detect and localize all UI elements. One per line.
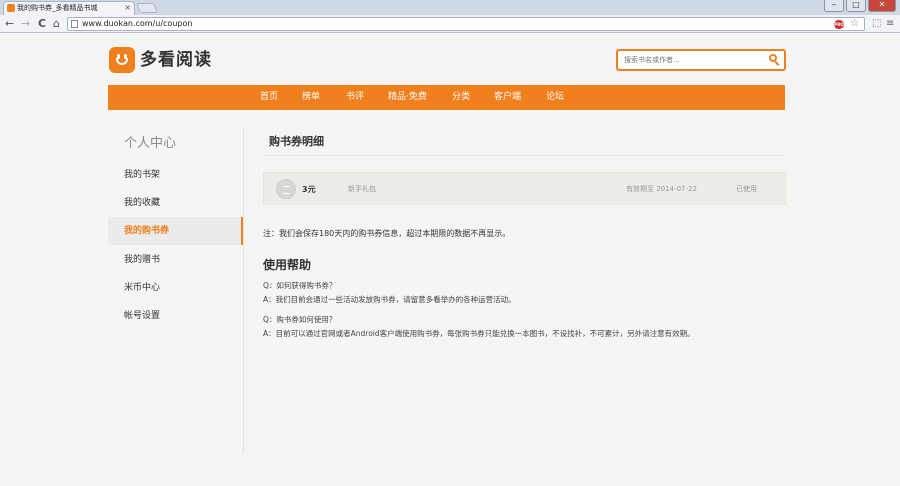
search-box xyxy=(616,49,786,71)
help-answer: A：我们目前会通过一些活动发放购书券，请留意多看举办的各种运营活动。 xyxy=(263,295,516,304)
coupon-validity: 有效期至 2014-07-22 xyxy=(626,185,697,193)
browser-toolbar: ← → C ⌂ www.duokan.com/u/coupon PRO ☆ ⬚ … xyxy=(0,15,900,33)
forward-icon[interactable]: → xyxy=(21,16,30,31)
window-controls: ‒ □ ✕ xyxy=(824,0,896,12)
bookmark-star-icon[interactable]: ☆ xyxy=(850,18,859,30)
logo-text[interactable]: 多看阅读 xyxy=(140,48,212,72)
maximize-button[interactable]: □ xyxy=(846,0,866,12)
back-icon[interactable]: ← xyxy=(5,16,14,31)
coupon-name: 新手礼包 xyxy=(348,185,376,193)
sidebar-item-coupons[interactable]: 我的购书券 xyxy=(108,217,243,245)
nav-item-free[interactable]: 精品·免费 xyxy=(388,85,427,110)
page-icon xyxy=(71,20,78,28)
page-title: 购书券明细 xyxy=(269,135,324,148)
sidebar-item-bookshelf[interactable]: 我的书架 xyxy=(108,161,243,189)
coupon-amount: 3元 xyxy=(302,185,316,194)
main-nav: 首页 榜单 书评 精品·免费 分类 客户端 论坛 xyxy=(108,85,785,110)
reload-icon[interactable]: C xyxy=(38,16,46,31)
sidebar-divider xyxy=(243,128,244,453)
sidebar-item-mi-coins[interactable]: 米币中心 xyxy=(108,274,243,302)
tab-title: 我的购书券_多看精品书城 xyxy=(17,4,98,12)
home-icon[interactable]: ⌂ xyxy=(53,16,60,31)
search-input[interactable] xyxy=(624,53,764,67)
sidebar-title: 个人中心 xyxy=(124,136,177,151)
nav-item-forum[interactable]: 论坛 xyxy=(546,85,564,110)
sidebar-item-favorites[interactable]: 我的收藏 xyxy=(108,189,243,217)
nav-item-categories[interactable]: 分类 xyxy=(452,85,470,110)
sidebar-item-account[interactable]: 帐号设置 xyxy=(108,302,243,330)
coupon-row: 3元 新手礼包 有效期至 2014-07-22 已使用 xyxy=(263,172,786,205)
address-bar[interactable]: www.duokan.com/u/coupon PRO ☆ xyxy=(67,17,865,31)
extension-icon[interactable]: ⬚ xyxy=(872,16,881,31)
help-answer: A：目前可以通过官网或者Android客户端使用购书券，每张购书券只能兑换一本图… xyxy=(263,329,695,338)
help-question: Q：购书券如何使用？ xyxy=(263,315,337,324)
minimize-button[interactable]: ‒ xyxy=(824,0,844,12)
url-text: www.duokan.com/u/coupon xyxy=(82,19,193,28)
sidebar-item-gifts[interactable]: 我的赠书 xyxy=(108,246,243,274)
logo-icon[interactable] xyxy=(109,47,135,73)
retention-note: 注：我们会保存180天内的购书券信息，超过本期限的数据不再显示。 xyxy=(263,229,511,238)
close-window-button[interactable]: ✕ xyxy=(868,0,896,12)
tab-close-icon[interactable]: × xyxy=(124,2,131,14)
coupon-icon xyxy=(276,179,296,199)
nav-item-client[interactable]: 客户端 xyxy=(494,85,521,110)
favicon-icon xyxy=(7,4,15,12)
nav-item-home[interactable]: 首页 xyxy=(260,85,278,110)
menu-icon[interactable]: ≡ xyxy=(886,16,894,31)
title-divider xyxy=(263,155,786,156)
help-title: 使用帮助 xyxy=(263,258,312,272)
coupon-status: 已使用 xyxy=(736,185,757,193)
browser-tab[interactable]: 我的购书券_多看精品书城 × xyxy=(3,1,135,15)
nav-item-reviews[interactable]: 书评 xyxy=(346,85,364,110)
search-icon[interactable] xyxy=(769,54,780,66)
nav-item-rankings[interactable]: 榜单 xyxy=(302,85,320,110)
browser-titlebar: 我的购书券_多看精品书城 × ‒ □ ✕ xyxy=(0,0,900,15)
help-question: Q：如何获得购书券？ xyxy=(263,281,337,290)
new-tab-button[interactable] xyxy=(136,3,158,13)
extension-badge-icon[interactable]: PRO xyxy=(834,20,844,29)
